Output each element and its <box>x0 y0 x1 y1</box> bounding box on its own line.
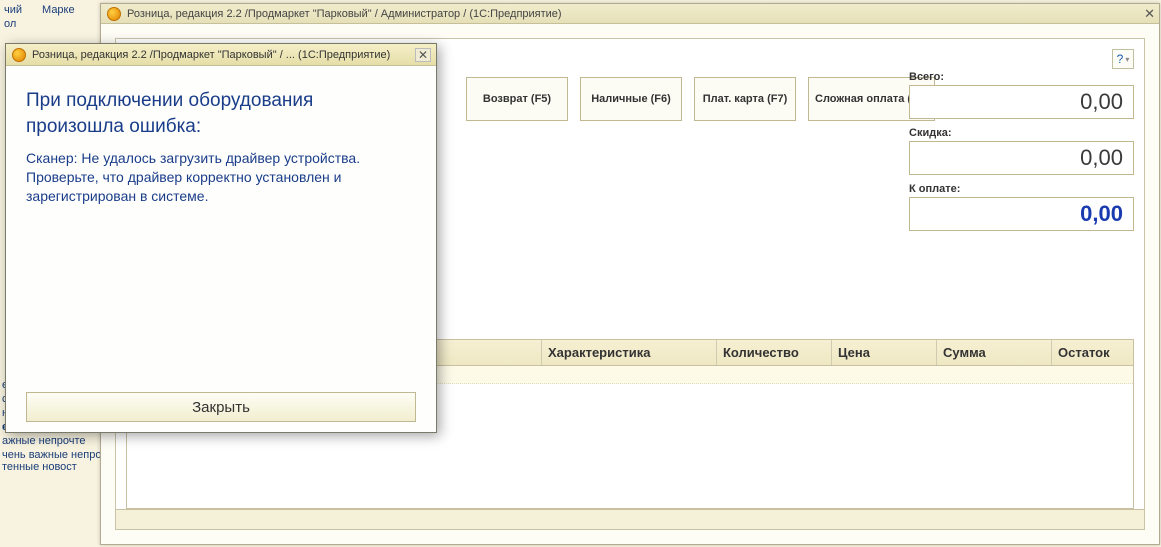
total-field: 0,00 <box>909 85 1134 119</box>
window-title-bar: Розница, редакция 2.2 /Продмаркет "Парко… <box>101 4 1159 24</box>
side-link[interactable]: чий <box>4 4 22 16</box>
close-button[interactable]: Закрыть <box>26 392 416 422</box>
window-title: Розница, редакция 2.2 /Продмаркет "Парко… <box>127 8 562 20</box>
dialog-title: Розница, редакция 2.2 /Продмаркет "Парко… <box>32 49 390 61</box>
error-heading: При подключении оборудования произошла о… <box>26 88 416 139</box>
card-button[interactable]: Плат. карта (F7) <box>694 77 796 121</box>
error-dialog: Розница, редакция 2.2 /Продмаркет "Парко… <box>5 43 437 433</box>
app-icon <box>107 7 121 21</box>
total-label: Всего: <box>909 71 1134 83</box>
discount-label: Скидка: <box>909 127 1134 139</box>
cash-button[interactable]: Наличные (F6) <box>580 77 682 121</box>
topay-field: 0,00 <box>909 197 1134 231</box>
side-link[interactable]: Марке <box>42 4 75 30</box>
th-remainder: Остаток <box>1052 340 1134 365</box>
bottom-panel <box>116 509 1144 529</box>
window-close-button[interactable]: ✕ <box>1144 6 1155 22</box>
help-button[interactable]: ? <box>1112 49 1134 69</box>
th-quantity: Количество <box>717 340 832 365</box>
side-link[interactable]: ол <box>4 18 22 30</box>
discount-field: 0,00 <box>909 141 1134 175</box>
th-price: Цена <box>832 340 937 365</box>
error-text: Сканер: Не удалось загрузить драйвер уст… <box>26 149 416 206</box>
app-icon <box>12 48 26 62</box>
topay-label: К оплате: <box>909 183 1134 195</box>
dialog-close-icon[interactable]: ✕ <box>415 48 431 62</box>
return-button[interactable]: Возврат (F5) <box>466 77 568 121</box>
th-sum: Сумма <box>937 340 1052 365</box>
th-characteristic: Характеристика <box>542 340 717 365</box>
dialog-body: При подключении оборудования произошла о… <box>6 66 436 432</box>
totals-column: Всего: 0,00 Скидка: 0,00 К оплате: 0,00 <box>909 71 1134 239</box>
dialog-title-bar: Розница, редакция 2.2 /Продмаркет "Парко… <box>6 44 436 66</box>
